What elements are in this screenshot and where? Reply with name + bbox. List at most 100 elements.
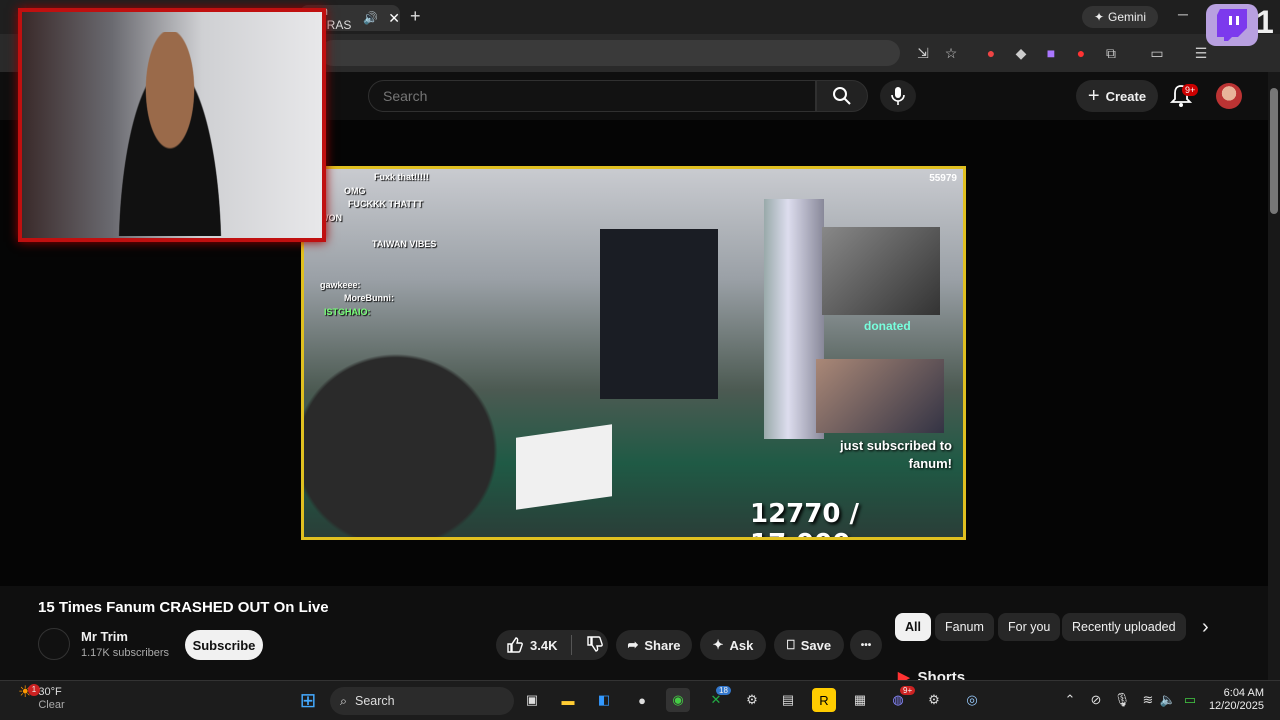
like-dislike-group: 3.4K — [496, 630, 608, 660]
stream-inset-image — [822, 227, 940, 315]
epic-games-icon[interactable]: ▤ — [776, 688, 800, 712]
webcam-person — [110, 32, 230, 236]
steam-icon[interactable]: ⚙ — [740, 688, 764, 712]
microphone-icon — [891, 87, 905, 105]
dislike-button[interactable] — [586, 635, 604, 656]
subscribe-button[interactable]: Subscribe — [185, 630, 263, 660]
ask-button[interactable]: ✦ Ask — [700, 630, 766, 660]
video-player[interactable]: Fuxk that!!!!! OMG FUCKKK THATTT WON TAI… — [301, 166, 966, 540]
sparkle-icon: ✦ — [712, 637, 724, 652]
chip-for-you[interactable]: For you — [998, 613, 1061, 641]
taskbar-search-label: Search — [355, 694, 395, 708]
more-actions-button[interactable]: ••• — [850, 630, 882, 660]
twitch-logo-icon — [1206, 4, 1258, 46]
voice-search-button[interactable] — [880, 80, 916, 112]
install-icon[interactable]: ⇲ — [914, 44, 932, 62]
stream-scene-box — [516, 424, 612, 510]
weather-widget[interactable]: ☀ 30°F Clear — [18, 685, 65, 712]
bookmark-icon: ⎕ — [786, 637, 795, 652]
share-button[interactable]: ➦ Share — [616, 630, 692, 660]
chip-fanum[interactable]: Fanum — [935, 613, 994, 641]
extension-diamond-icon[interactable]: ◆ — [1012, 44, 1030, 62]
system-clock[interactable]: 6:04 AM 12/20/2025 — [1206, 687, 1264, 713]
scrollbar-thumb[interactable] — [1270, 88, 1278, 214]
close-tab-icon[interactable]: ✕ — [388, 10, 400, 27]
discord-badge: 9+ — [900, 686, 916, 695]
app-badge: 18 — [716, 686, 731, 695]
divider — [571, 635, 573, 655]
clock-date: 12/20/2025 — [1208, 700, 1264, 712]
account-avatar[interactable] — [1216, 83, 1242, 109]
save-label: Save — [800, 637, 832, 653]
share-icon: ➦ — [627, 637, 639, 652]
like-button[interactable]: 3.4K — [506, 636, 557, 654]
calendar-app-icon[interactable]: ▦ — [848, 688, 872, 712]
channel-avatar[interactable] — [38, 628, 70, 660]
create-label: Create — [1105, 88, 1147, 104]
stream-scene-door — [600, 229, 718, 399]
gemini-button[interactable]: ✦ Gemini — [1082, 6, 1158, 28]
chip-all[interactable]: All — [895, 613, 931, 641]
store-icon[interactable]: ◧ — [592, 688, 616, 712]
search-icon: ⌕ — [340, 693, 348, 708]
clock-time: 6:04 AM — [1223, 687, 1264, 699]
search-input[interactable] — [368, 80, 816, 112]
stream-scene-fridge — [764, 199, 824, 439]
save-button[interactable]: ⎕ Save — [774, 630, 844, 660]
minimize-button[interactable]: ─ — [1178, 6, 1188, 22]
like-count: 3.4K — [530, 637, 558, 653]
speaker-icon: 🔊 — [363, 11, 379, 25]
chevron-right-icon[interactable]: › — [1202, 616, 1209, 639]
channel-name[interactable]: Mr Trim — [81, 629, 128, 644]
extensions-puzzle-icon[interactable]: ⧉ — [1102, 44, 1120, 62]
extension-color-icon[interactable]: ● — [982, 44, 1000, 62]
temperature: 30°F — [38, 686, 62, 698]
gemini-label: Gemini — [1108, 10, 1147, 24]
sparkle-icon: ✦ — [1093, 10, 1105, 24]
share-label: Share — [644, 637, 681, 653]
chat-line: WON — [320, 212, 342, 223]
twitch-counter: 1 — [1256, 4, 1274, 40]
plus-icon: + — [1087, 84, 1100, 107]
taskbar-search[interactable]: ⌕ Search — [330, 687, 514, 715]
microphone-tray-icon[interactable]: 🎙 — [1110, 688, 1134, 712]
chrome-icon[interactable]: ◉ — [666, 688, 690, 712]
windows-start-icon[interactable]: ⊞ — [296, 688, 320, 712]
stream-scene-chair — [304, 319, 534, 537]
battery-icon[interactable]: ▭ — [1178, 688, 1202, 712]
bookmark-star-icon[interactable]: ☆ — [942, 44, 960, 62]
viewer-count: 55979 — [929, 173, 957, 184]
thumbs-up-icon — [507, 637, 523, 653]
volume-icon[interactable]: 🔈 — [1156, 688, 1180, 712]
search-button[interactable] — [816, 80, 868, 112]
video-title: 15 Times Fanum CRASHED OUT On Live — [38, 599, 329, 616]
reading-list-icon[interactable]: ☰ — [1192, 44, 1210, 62]
rockstar-icon[interactable]: R — [812, 688, 836, 712]
github-icon[interactable]: ● — [630, 688, 654, 712]
chat-line: FUCKKK THATTT — [348, 199, 423, 209]
webcam-overlay — [18, 8, 326, 242]
chip-recently-uploaded[interactable]: Recently uploaded — [1062, 613, 1186, 641]
chevron-up-icon[interactable]: ⌃ — [1058, 688, 1082, 712]
task-view-icon[interactable]: ▣ — [520, 688, 544, 712]
ask-label: Ask — [729, 637, 754, 653]
sub-goal-counter: 12770 / 17,000 — [750, 499, 860, 537]
chat-user: gawkeee: — [320, 279, 361, 290]
stream-inset-image-2 — [816, 359, 944, 433]
file-explorer-icon[interactable]: ▬ — [556, 688, 580, 712]
split-view-icon[interactable]: ▭ — [1148, 44, 1166, 62]
address-bar[interactable] — [320, 40, 900, 66]
chat-user: ISTGHAIO: — [324, 306, 371, 317]
new-tab-button[interactable]: + — [410, 6, 421, 27]
screen: m CRAS 🔊 ✕ + ✦ Gemini ─ ⇲ ☆ ● ◆ ■ ● ⧉ ▭ … — [0, 0, 1280, 720]
extension-twitch-icon[interactable]: ■ — [1042, 44, 1060, 62]
extension-red-icon[interactable]: ● — [1072, 44, 1090, 62]
stream-chat-overlay: Fuxk that!!!!! OMG FUCKKK THATTT WON TAI… — [308, 171, 436, 319]
thumbs-down-icon — [587, 635, 604, 652]
settings-gear-icon[interactable]: ⚙ — [922, 688, 946, 712]
create-button[interactable]: + Create — [1076, 80, 1158, 112]
subscription-alert: just subscribed to fanum! — [840, 438, 952, 471]
weather-condition: Clear — [38, 699, 65, 711]
network-off-icon[interactable]: ⊘ — [1084, 688, 1108, 712]
steam-app-icon[interactable]: ◎ — [960, 688, 984, 712]
